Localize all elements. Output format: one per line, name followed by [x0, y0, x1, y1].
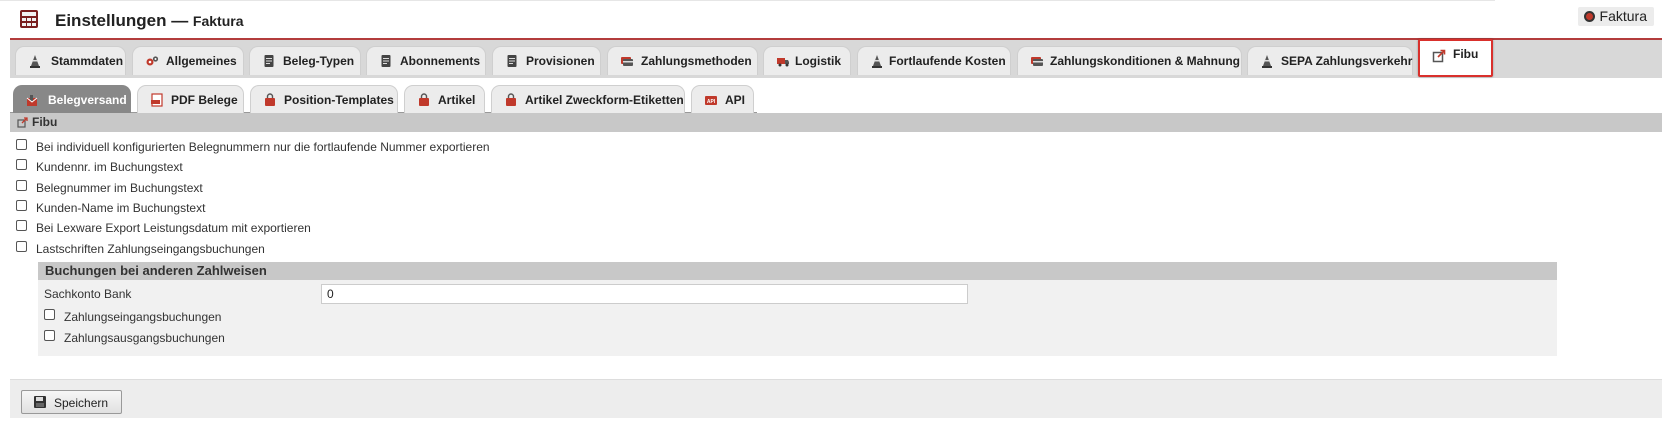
section-header-fibu: Fibu — [10, 113, 1662, 132]
option-checkbox[interactable] — [16, 139, 27, 150]
sachkonto-bank-label: Sachkonto Bank — [44, 287, 132, 301]
page-title-separator: — — [166, 11, 193, 30]
tab-label: Fibu — [1453, 47, 1479, 61]
tab-zahlungsmethoden[interactable]: Zahlungsmethoden — [607, 46, 758, 75]
page-title-subtitle: Faktura — [192, 13, 244, 29]
tab-label: Zahlungskonditionen & Mahnung — [1050, 54, 1240, 68]
page-title: Einstellungen — Faktura — [55, 11, 244, 31]
buchungen-panel: Buchungen bei anderen Zahlweisen Sachkon… — [38, 262, 1557, 356]
zahlungseingang-checkbox[interactable] — [44, 309, 55, 320]
bag-icon — [419, 93, 429, 106]
tab-fibu[interactable]: Fibu — [1418, 39, 1493, 77]
section-title: Fibu — [32, 115, 58, 129]
page-title-main: Einstellungen — [55, 11, 167, 30]
main-tab-bar: Stammdaten Allgemeines Beleg-Typen Abonn… — [10, 39, 1662, 78]
subtab-label: API — [725, 93, 746, 107]
subtab-label: Artikel Zweckform-Etiketten — [525, 93, 684, 107]
sachkonto-bank-input[interactable] — [321, 284, 968, 304]
document-icon — [507, 55, 517, 67]
subtab-belegversand[interactable]: Belegversand — [13, 85, 131, 113]
subtab-pdf-belege[interactable]: PDF Belege — [137, 85, 244, 113]
header-top-divider — [0, 0, 1495, 1]
tab-label: Abonnements — [400, 54, 481, 68]
option-label: Bei Lexware Export Leistungsdatum mit ex… — [36, 221, 311, 235]
subtab-label: Belegversand — [48, 93, 127, 107]
card-icon — [1031, 57, 1043, 66]
document-icon — [381, 55, 391, 67]
option-label: Kunden-Name im Buchungstext — [36, 201, 206, 215]
floppy-disk-icon — [34, 396, 46, 408]
option-checkbox[interactable] — [16, 159, 27, 170]
subtab-label: Artikel — [438, 93, 476, 107]
module-badge-label: Faktura — [1599, 8, 1647, 24]
tab-label: Fortlaufende Kosten — [889, 54, 1006, 68]
tab-zahlungskonditionen-mahnung[interactable]: Zahlungskonditionen & Mahnung — [1017, 46, 1242, 75]
option-checkbox[interactable] — [16, 200, 27, 211]
cone-icon — [1262, 55, 1272, 68]
save-button[interactable]: Speichern — [21, 390, 122, 414]
tab-abonnements[interactable]: Abonnements — [366, 46, 486, 75]
document-icon — [264, 55, 274, 67]
svg-text:API: API — [707, 99, 716, 105]
subtab-label: Position-Templates — [284, 93, 394, 107]
tab-sepa-zahlungsverkehr[interactable]: SEPA Zahlungsverkehr — [1247, 46, 1413, 75]
tab-label: SEPA Zahlungsverkehr — [1281, 54, 1413, 68]
gears-icon — [146, 56, 159, 66]
subtab-artikel-zweckform-etiketten[interactable]: Artikel Zweckform-Etiketten — [491, 85, 685, 113]
option-checkbox[interactable] — [16, 180, 27, 191]
cone-icon — [872, 55, 882, 68]
page-header: Einstellungen — Faktura Faktura — [0, 0, 1662, 40]
option-label: Bei individuell konfigurierten Belegnumm… — [36, 140, 490, 154]
pdf-icon — [151, 93, 163, 107]
mail-icon — [26, 95, 38, 106]
card-icon — [621, 57, 633, 66]
module-badge[interactable]: Faktura — [1577, 7, 1654, 26]
record-icon — [1583, 11, 1595, 22]
option-label: Belegnummer im Buchungstext — [36, 181, 203, 195]
cone-icon — [30, 55, 40, 68]
zahlungsausgang-label: Zahlungsausgangsbuchungen — [64, 331, 225, 345]
bag-icon — [506, 93, 516, 106]
zahlungsausgang-checkbox[interactable] — [44, 330, 55, 341]
tab-provisionen[interactable]: Provisionen — [492, 46, 601, 75]
tab-label: Allgemeines — [166, 54, 237, 68]
tab-fortlaufende-kosten[interactable]: Fortlaufende Kosten — [857, 46, 1011, 75]
tab-allgemeines[interactable]: Allgemeines — [132, 46, 244, 75]
tab-stammdaten[interactable]: Stammdaten — [15, 46, 126, 75]
subtab-artikel[interactable]: Artikel — [404, 85, 485, 113]
buchungen-panel-title: Buchungen bei anderen Zahlweisen — [45, 263, 267, 278]
tab-label: Logistik — [795, 54, 842, 68]
bag-icon — [265, 93, 275, 106]
export-icon — [1432, 49, 1446, 63]
tab-label: Beleg-Typen — [283, 54, 355, 68]
option-label: Kundennr. im Buchungstext — [36, 160, 183, 174]
tab-logistik[interactable]: Logistik — [763, 46, 851, 75]
zahlungseingang-label: Zahlungseingangsbuchungen — [64, 310, 222, 324]
subtab-api[interactable]: API API — [691, 85, 754, 113]
export-icon — [17, 117, 28, 128]
tab-label: Provisionen — [526, 54, 595, 68]
buchungen-panel-header: Buchungen bei anderen Zahlweisen — [38, 262, 1557, 280]
subtab-position-templates[interactable]: Position-Templates — [250, 85, 398, 113]
option-checkbox[interactable] — [16, 241, 27, 252]
save-button-label: Speichern — [54, 396, 109, 410]
tab-label: Stammdaten — [51, 54, 124, 68]
api-icon: API — [705, 96, 717, 105]
option-label: Lastschriften Zahlungseingangsbuchungen — [36, 242, 265, 256]
option-checkbox[interactable] — [16, 220, 27, 231]
truck-icon — [777, 58, 789, 67]
subtab-label: PDF Belege — [171, 93, 238, 107]
tab-beleg-typen[interactable]: Beleg-Typen — [249, 46, 361, 75]
calculator-icon — [20, 10, 38, 28]
form-footer: Speichern — [10, 379, 1662, 418]
sub-tab-bar: Belegversand PDF Belege Position-Templat… — [10, 78, 757, 113]
tab-label: Zahlungsmethoden — [641, 54, 752, 68]
